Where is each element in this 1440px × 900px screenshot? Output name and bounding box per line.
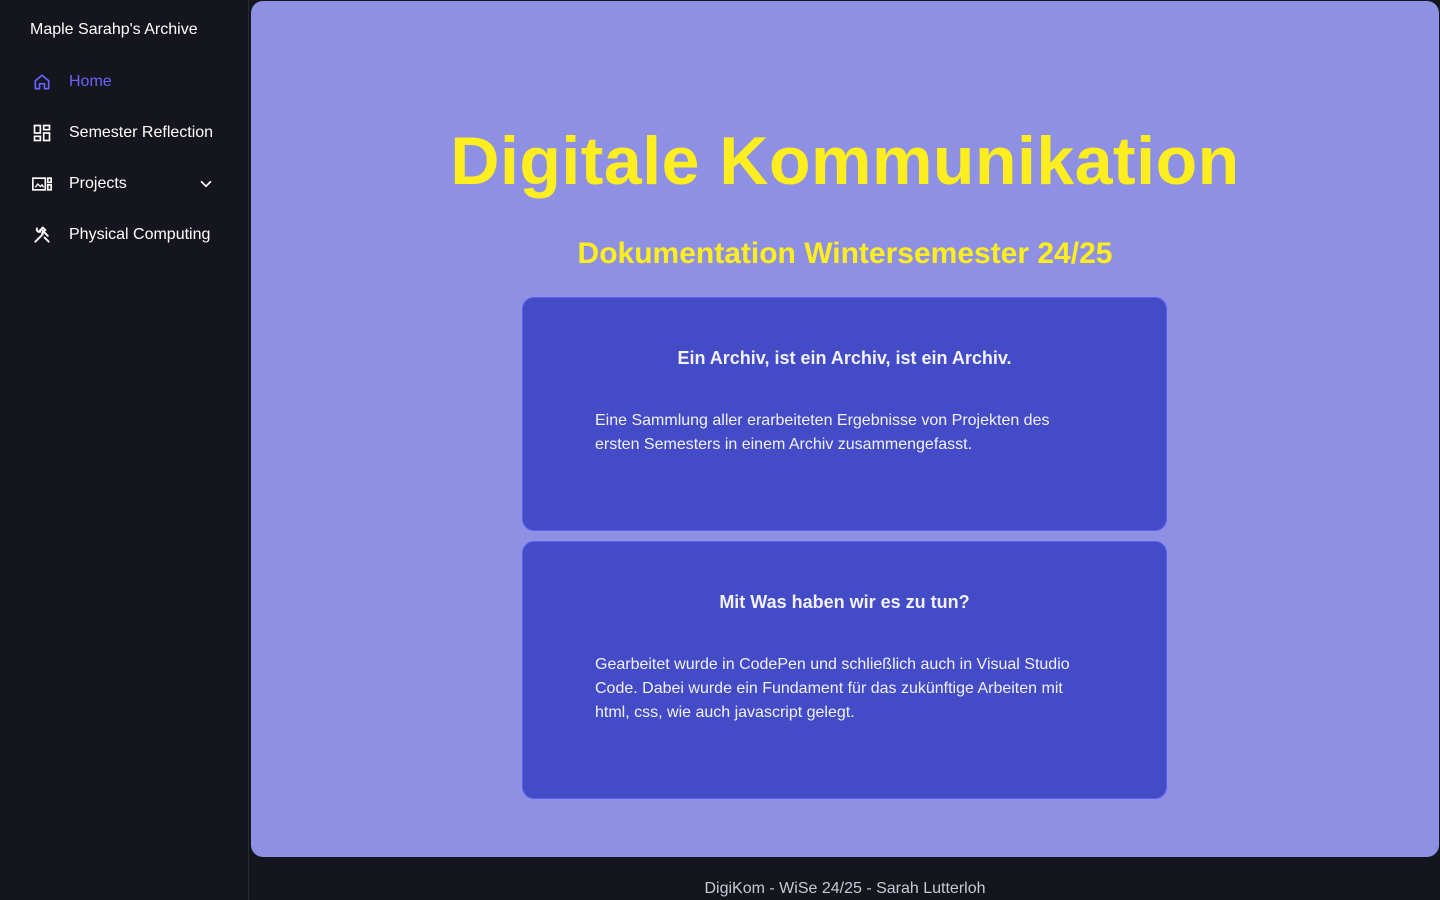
card-text: Gearbeitet wurde in CodePen und schließl…: [595, 656, 1070, 721]
image-card-icon: [31, 173, 53, 195]
sidebar-item-label: Physical Computing: [69, 226, 211, 243]
sidebar-item-label: Semester Reflection: [69, 124, 214, 141]
page-title: Digitale Kommunikation: [450, 123, 1240, 199]
sidebar-item-semester-reflection[interactable]: Semester Reflection: [0, 112, 249, 152]
sidebar-item-label: Home: [69, 73, 112, 90]
app: Maple Sarahp's Archive Home Semester Ref…: [0, 0, 1440, 900]
card-text: Eine Sammlung aller erarbeiteten Ergebni…: [595, 412, 1050, 453]
footer-text: DigiKom - WiSe 24/25 - Sarah Lutterloh: [704, 880, 986, 897]
card-heading: Ein Archiv, ist ein Archiv, ist ein Arch…: [677, 348, 1012, 368]
sidebar-item-projects[interactable]: Projects: [0, 163, 249, 203]
sidebar-item-home[interactable]: Home: [0, 61, 249, 101]
sidebar-item-physical-computing[interactable]: Physical Computing: [0, 214, 249, 254]
dashboard-icon: [31, 122, 53, 144]
home-icon: [31, 71, 53, 93]
info-card-tools: Mit Was haben wir es zu tun? Gearbeitet …: [522, 541, 1167, 799]
tools-icon: [31, 224, 53, 246]
card-heading: Mit Was haben wir es zu tun?: [719, 592, 970, 612]
sidebar: Maple Sarahp's Archive Home Semester Ref…: [0, 0, 249, 900]
page-subtitle: Dokumentation Wintersemester 24/25: [577, 237, 1113, 270]
chevron-down-icon[interactable]: [197, 175, 215, 193]
main-panel: Digitale Kommunikation Dokumentation Win…: [251, 1, 1439, 857]
sidebar-item-label: Projects: [69, 175, 127, 192]
brand-title: Maple Sarahp's Archive: [30, 21, 198, 38]
info-card-archive: Ein Archiv, ist ein Archiv, ist ein Arch…: [522, 297, 1167, 531]
